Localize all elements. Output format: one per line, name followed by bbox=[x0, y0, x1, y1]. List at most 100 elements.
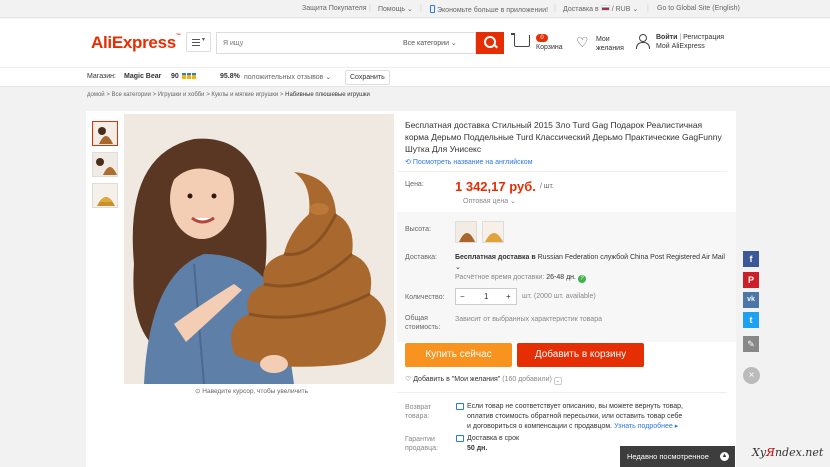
heart-icon: ♡ bbox=[405, 376, 412, 383]
divider: | bbox=[420, 5, 422, 12]
category-select[interactable]: Все категории ⌄ bbox=[403, 39, 457, 47]
thumbnail[interactable] bbox=[92, 152, 118, 177]
vk-share-icon[interactable]: vk bbox=[743, 292, 759, 308]
global-site-link[interactable]: Go to Global Site (English) bbox=[657, 5, 740, 12]
divider: | bbox=[554, 5, 556, 12]
swatch-image bbox=[456, 222, 476, 242]
total-label: Общая стоимость: bbox=[405, 315, 441, 331]
feedback-dropdown[interactable]: положительных отзывов ⌄ bbox=[244, 73, 331, 81]
return-policy-text: Если товар не соответствует описанию, вы… bbox=[467, 403, 683, 430]
quantity-input[interactable]: 1 bbox=[484, 292, 488, 301]
edit-icon[interactable]: ✎ bbox=[743, 336, 759, 352]
close-icon[interactable]: × bbox=[743, 367, 760, 384]
app-promo-link[interactable]: Экономьте больше в приложении! bbox=[430, 5, 548, 14]
zoom-icon: ⊙ bbox=[195, 388, 201, 395]
thumbnail[interactable] bbox=[92, 183, 118, 208]
store-bar: Магазин: Magic Bear 90 95.8% положительн… bbox=[0, 67, 830, 87]
divider: | bbox=[647, 5, 649, 12]
recently-viewed-bar[interactable]: Недавно посмотренное ▲ bbox=[620, 446, 735, 467]
phone-icon bbox=[430, 5, 435, 13]
delivery-eta: Расчётное время доставки: 26-48 дн. ? bbox=[455, 274, 586, 283]
translate-icon: ⟲ bbox=[405, 159, 411, 166]
height-label: Высота: bbox=[405, 226, 431, 233]
aliexpress-logo[interactable]: AliExpress™ bbox=[91, 33, 181, 53]
breadcrumb-home[interactable]: домой bbox=[87, 92, 105, 98]
thumbnail-image bbox=[93, 122, 117, 145]
height-option-swatch[interactable] bbox=[455, 221, 477, 243]
medal-icon bbox=[181, 73, 186, 79]
thumbnail[interactable] bbox=[92, 121, 118, 146]
medal-icon bbox=[191, 73, 196, 79]
cart-label[interactable]: Корзина bbox=[536, 43, 563, 52]
facebook-share-icon[interactable]: f bbox=[743, 251, 759, 267]
breadcrumb-dolls[interactable]: Куклы и мягкие игрушки bbox=[211, 92, 278, 98]
chevron-up-icon: ▲ bbox=[720, 452, 729, 461]
twitter-share-icon[interactable]: t bbox=[743, 312, 759, 328]
store-name-link[interactable]: Magic Bear bbox=[124, 73, 161, 80]
user-icon[interactable] bbox=[635, 34, 650, 49]
learn-more-link[interactable]: Узнать подробнее ▸ bbox=[614, 423, 678, 430]
chevron-down-icon: ▾ bbox=[202, 37, 206, 43]
menu-icon bbox=[192, 39, 200, 46]
store-label: Магазин: bbox=[87, 73, 116, 80]
translate-title-link[interactable]: ⟲ Посмотреть название на английском bbox=[405, 158, 533, 166]
delivery-info[interactable]: Бесплатная доставка в Russian Federation… bbox=[455, 253, 730, 273]
breadcrumb-current: Набивные плюшевые игрушки bbox=[285, 92, 370, 98]
account-links: Войти | Регистрация Мой AliExpress bbox=[656, 34, 725, 51]
category-menu-button[interactable]: ▾ bbox=[186, 32, 211, 52]
product-photo bbox=[124, 114, 394, 384]
price-label: Цена: bbox=[405, 181, 424, 188]
product-price: 1 342,17 руб. bbox=[455, 179, 536, 194]
add-to-cart-button[interactable]: Добавить в корзину bbox=[517, 343, 644, 367]
site-header: AliExpress™ ▾ Все категории ⌄ 0 Корзина … bbox=[0, 19, 830, 67]
help-menu[interactable]: Помощь ⌄ bbox=[378, 5, 413, 13]
quantity-minus-button[interactable]: − bbox=[460, 292, 465, 301]
signin-link[interactable]: Войти bbox=[656, 34, 677, 41]
feedback-percent: 95.8% bbox=[220, 73, 240, 80]
return-label: Возврат товара: bbox=[405, 404, 432, 420]
wishlist-link[interactable]: Мои желания bbox=[596, 35, 624, 53]
my-aliexpress-link[interactable]: Мой AliExpress bbox=[656, 42, 724, 51]
heart-icon[interactable]: ♡ bbox=[576, 35, 589, 49]
pinterest-share-icon[interactable]: P bbox=[743, 272, 759, 288]
height-option-swatch[interactable] bbox=[482, 221, 504, 243]
store-score: 90 bbox=[171, 73, 196, 80]
breadcrumb-toys[interactable]: Игрушки и хобби bbox=[158, 92, 205, 98]
medal-icon bbox=[186, 73, 191, 79]
help-icon[interactable]: ? bbox=[577, 275, 586, 283]
top-bar: Защита Покупателя | Помощь ⌄ | Экономьте… bbox=[0, 0, 830, 18]
add-to-wishlist-link[interactable]: ♡ Добавить в "Мои желания" (160 добавили… bbox=[405, 375, 562, 385]
thumbnail-image bbox=[93, 184, 117, 207]
breadcrumb-all-categories[interactable]: Все категории bbox=[112, 92, 151, 98]
chevron-down-icon[interactable]: ⌄ bbox=[553, 377, 562, 385]
site-watermark: XyЯndex.net bbox=[752, 446, 824, 459]
breadcrumb: домой > Все категории > Игрушки и хобби … bbox=[87, 92, 370, 98]
wholesale-price-toggle[interactable]: Оптовая цена ⌄ bbox=[463, 197, 516, 205]
buyer-protection-link[interactable]: Защита Покупателя bbox=[302, 5, 367, 12]
quantity-available: шт. (2000 шт. available) bbox=[522, 293, 596, 300]
quantity-stepper: − 1 + bbox=[455, 288, 517, 305]
price-unit: / шт. bbox=[540, 183, 554, 190]
thumbnail-image bbox=[93, 153, 117, 176]
register-link[interactable]: Регистрация bbox=[683, 34, 724, 41]
total-note: Зависит от выбранных характеристик товар… bbox=[455, 316, 602, 323]
search-input[interactable] bbox=[223, 36, 393, 50]
delivery-guarantee-text: Доставка в срок 50 дн. bbox=[467, 435, 520, 452]
russia-flag-icon bbox=[600, 5, 610, 11]
product-title: Бесплатная доставка Стильный 2015 Зло Tu… bbox=[405, 120, 722, 154]
product-main-image[interactable] bbox=[124, 114, 394, 384]
cart-count-badge: 0 bbox=[536, 34, 548, 42]
divider bbox=[397, 392, 727, 393]
swatch-image bbox=[483, 222, 503, 242]
buy-now-button[interactable]: Купить сейчас bbox=[405, 343, 512, 367]
delivery-guarantee-icon bbox=[456, 435, 464, 442]
cart-icon[interactable] bbox=[511, 33, 530, 47]
quantity-plus-button[interactable]: + bbox=[506, 292, 511, 301]
search-button[interactable] bbox=[476, 32, 504, 54]
divider: | bbox=[369, 5, 371, 12]
delivery-label: Доставка: bbox=[405, 254, 438, 261]
ship-to-selector[interactable]: Доставка в / RUB ⌄ bbox=[563, 5, 638, 13]
seller-guarantee-label: Гарантии продавца: bbox=[405, 436, 438, 452]
save-store-button[interactable]: Сохранить bbox=[345, 70, 390, 85]
zoom-hint: ⊙ Наведите курсор, чтобы увеличить bbox=[195, 388, 308, 395]
